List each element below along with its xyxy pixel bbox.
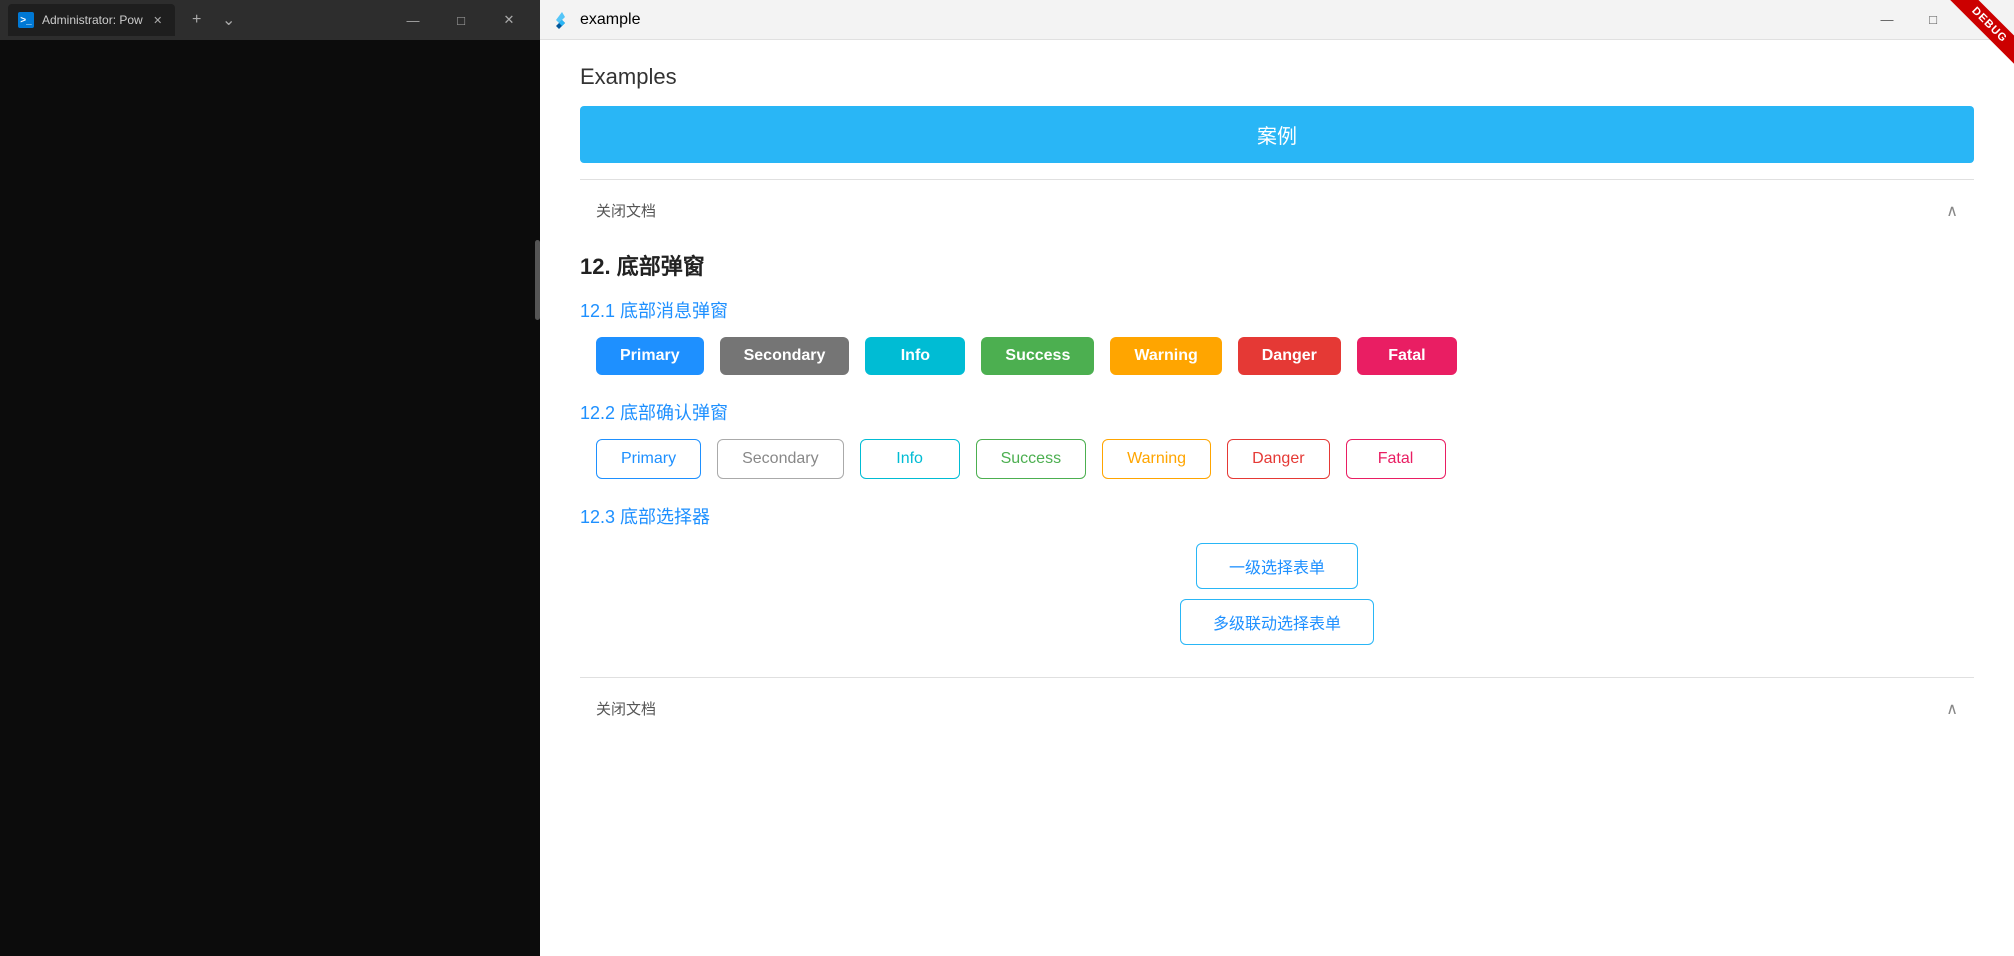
terminal-icon: >_ [18, 12, 34, 28]
app-logo-icon [552, 10, 572, 30]
terminal-close-btn[interactable]: ✕ [486, 0, 532, 40]
terminal-tab-label: Administrator: Pow [42, 13, 143, 27]
btn-success-outlined[interactable]: Success [976, 439, 1086, 479]
selector-btn-1[interactable]: 一级选择表单 [1196, 543, 1358, 589]
terminal-maximize-btn[interactable]: □ [438, 0, 484, 40]
page-title: Examples [580, 64, 1974, 90]
close-doc-section-2[interactable]: 关闭文档 ∧ [580, 690, 1974, 727]
new-tab-button[interactable]: + [183, 6, 211, 34]
btn-fatal-filled[interactable]: Fatal [1357, 337, 1457, 375]
app-maximize-btn[interactable]: □ [1910, 0, 1956, 40]
sub-12-1-title: 12.1 底部消息弹窗 [580, 297, 1974, 323]
btn-info-outlined[interactable]: Info [860, 439, 960, 479]
app-minimize-btn[interactable]: — [1864, 0, 1910, 40]
terminal-minimize-btn[interactable]: — [390, 0, 436, 40]
btn-secondary-outlined[interactable]: Secondary [717, 439, 844, 479]
btn-primary-filled[interactable]: Primary [596, 337, 704, 375]
terminal-tab-close[interactable]: ✕ [151, 13, 165, 27]
close-doc-section-1[interactable]: 关闭文档 ∧ [580, 192, 1974, 229]
close-doc-label-1: 关闭文档 [596, 200, 656, 221]
btn-warning-filled[interactable]: Warning [1110, 337, 1221, 375]
btn-warning-outlined[interactable]: Warning [1102, 439, 1211, 479]
terminal-tab-actions: + ⌄ [183, 6, 243, 34]
selector-btn-2[interactable]: 多级联动选择表单 [1180, 599, 1374, 645]
sub-12-2-title: 12.2 底部确认弹窗 [580, 399, 1974, 425]
button-row-outlined: Primary Secondary Info Success Warning D… [596, 439, 1974, 479]
btn-success-filled[interactable]: Success [981, 337, 1094, 375]
terminal-body [0, 40, 540, 956]
chevron-up-icon-2: ∧ [1946, 699, 1958, 719]
app-titlebar: example — □ ✕ [540, 0, 2014, 40]
tab-dropdown-button[interactable]: ⌄ [215, 6, 243, 34]
blue-banner[interactable]: 案例 [580, 106, 1974, 163]
section-12-title: 12. 底部弹窗 [580, 249, 1974, 281]
window-controls-terminal: — □ ✕ [390, 0, 532, 40]
btn-danger-outlined[interactable]: Danger [1227, 439, 1329, 479]
close-doc-label-2: 关闭文档 [596, 698, 656, 719]
btn-danger-filled[interactable]: Danger [1238, 337, 1341, 375]
selector-btn-row-1: 一级选择表单 [580, 543, 1974, 589]
btn-info-filled[interactable]: Info [865, 337, 965, 375]
divider-1 [580, 179, 1974, 180]
terminal-tab-bar: >_ Administrator: Pow ✕ + ⌄ — □ ✕ [0, 0, 540, 40]
selector-btn-row-2: 多级联动选择表单 [580, 599, 1974, 645]
app-title-text: example [580, 11, 640, 29]
divider-2 [580, 677, 1974, 678]
app-panel: DEBUG example — □ ✕ Examples 案例 关闭文档 ∧ 1… [540, 0, 2014, 956]
btn-primary-outlined[interactable]: Primary [596, 439, 701, 479]
btn-fatal-outlined[interactable]: Fatal [1346, 439, 1446, 479]
sub-12-3-title: 12.3 底部选择器 [580, 503, 1974, 529]
app-window-controls: — □ ✕ [1864, 0, 2002, 40]
terminal-tab[interactable]: >_ Administrator: Pow ✕ [8, 4, 175, 36]
app-close-btn[interactable]: ✕ [1956, 0, 2002, 40]
button-row-filled: Primary Secondary Info Success Warning D… [596, 337, 1974, 375]
btn-secondary-filled[interactable]: Secondary [720, 337, 850, 375]
app-content: Examples 案例 关闭文档 ∧ 12. 底部弹窗 12.1 底部消息弹窗 … [540, 40, 2014, 956]
terminal-panel: >_ Administrator: Pow ✕ + ⌄ — □ ✕ [0, 0, 540, 956]
chevron-up-icon-1: ∧ [1946, 201, 1958, 221]
